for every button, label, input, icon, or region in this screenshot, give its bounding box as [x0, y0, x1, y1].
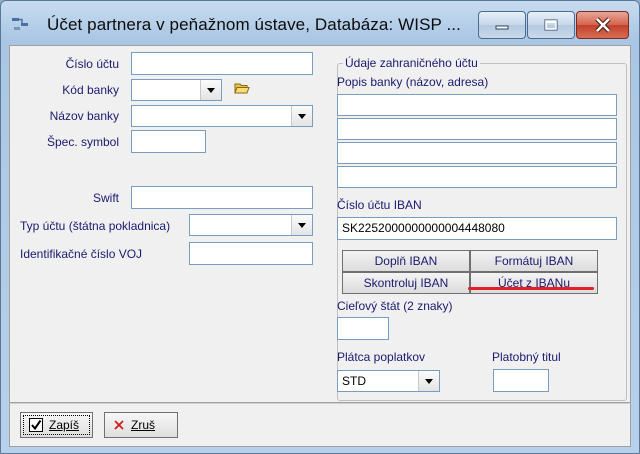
platobny-titul-input[interactable]	[493, 369, 549, 392]
cislo-uctu-label: Číslo účtu	[65, 57, 119, 71]
close-icon	[594, 17, 611, 33]
ciel-stat-input[interactable]	[337, 317, 389, 340]
kod-banky-select[interactable]	[131, 79, 222, 101]
minimize-button[interactable]	[478, 11, 526, 39]
nazov-banky-label: Názov banky	[49, 109, 119, 123]
platca-value: STD	[342, 374, 366, 388]
typ-uctu-select[interactable]	[189, 214, 313, 236]
zapis-label: Zapíš	[49, 418, 80, 432]
window-title: Účet partnera v peňažnom ústave, Databáz…	[47, 15, 461, 34]
popis-banky-line-1[interactable]	[337, 94, 617, 116]
chevron-down-icon[interactable]	[200, 80, 221, 100]
spec-symbol-label: Špec. symbol	[46, 135, 119, 149]
popis-banky-line-2[interactable]	[337, 118, 617, 140]
id-voj-input[interactable]	[189, 242, 313, 265]
close-button[interactable]	[576, 11, 629, 39]
ciel-stat-label: Cieľový štát (2 znaky)	[337, 299, 453, 313]
minimize-icon	[495, 25, 509, 30]
foreign-account-group-title: Údaje zahraničného účtu	[343, 56, 480, 70]
cislo-uctu-input[interactable]	[131, 52, 313, 75]
checkbox-checked-icon	[29, 418, 43, 432]
chevron-down-icon[interactable]	[291, 106, 312, 126]
skontroluj-iban-button[interactable]: Skontroluj IBAN	[342, 272, 470, 294]
chevron-down-icon[interactable]	[418, 371, 439, 391]
folder-open-icon[interactable]	[234, 81, 250, 95]
app-icon	[12, 18, 28, 30]
id-voj-label: Identifikačné číslo VOJ	[20, 247, 143, 261]
form-area: Číslo účtu Kód banky Názov banky Špec. s…	[9, 45, 631, 403]
platca-select[interactable]: STD	[337, 370, 440, 392]
swift-input[interactable]	[131, 186, 313, 209]
kod-banky-label: Kód banky	[62, 83, 119, 97]
typ-uctu-label: Typ účtu (štátna pokladnica)	[20, 219, 171, 233]
chevron-down-icon[interactable]	[291, 215, 312, 235]
zrus-button[interactable]: Zruš	[104, 412, 178, 438]
maximize-button[interactable]	[527, 11, 575, 39]
swift-label: Swift	[92, 191, 119, 205]
spec-symbol-input[interactable]	[131, 130, 206, 153]
cancel-x-icon	[114, 420, 124, 430]
dopln-iban-button[interactable]: Doplň IBAN	[342, 250, 470, 272]
popis-banky-line-3[interactable]	[337, 142, 617, 164]
popis-banky-line-4[interactable]	[337, 166, 617, 188]
iban-label: Číslo účtu IBAN	[337, 198, 422, 212]
title-bar[interactable]: Účet partnera v peňažnom ústave, Databáz…	[1, 1, 639, 45]
dialog-window: Účet partnera v peňažnom ústave, Databáz…	[0, 0, 640, 454]
footer-bar: Zapíš Zruš	[9, 403, 631, 447]
red-underline-mark	[468, 287, 594, 290]
platca-label: Plátca poplatkov	[337, 350, 426, 364]
nazov-banky-select[interactable]	[131, 105, 313, 127]
platobny-titul-label: Platobný titul	[492, 350, 561, 364]
iban-input[interactable]: SK2252000000000004448080	[337, 217, 617, 240]
formatuj-iban-button[interactable]: Formátuj IBAN	[470, 250, 598, 272]
ucet-z-iban-button[interactable]: Účet z IBANu	[470, 272, 598, 294]
popis-banky-label: Popis banky (názov, adresa)	[337, 75, 489, 89]
zapis-button[interactable]: Zapíš	[20, 412, 93, 438]
maximize-icon	[544, 19, 558, 31]
zrus-label: Zruš	[131, 418, 155, 432]
